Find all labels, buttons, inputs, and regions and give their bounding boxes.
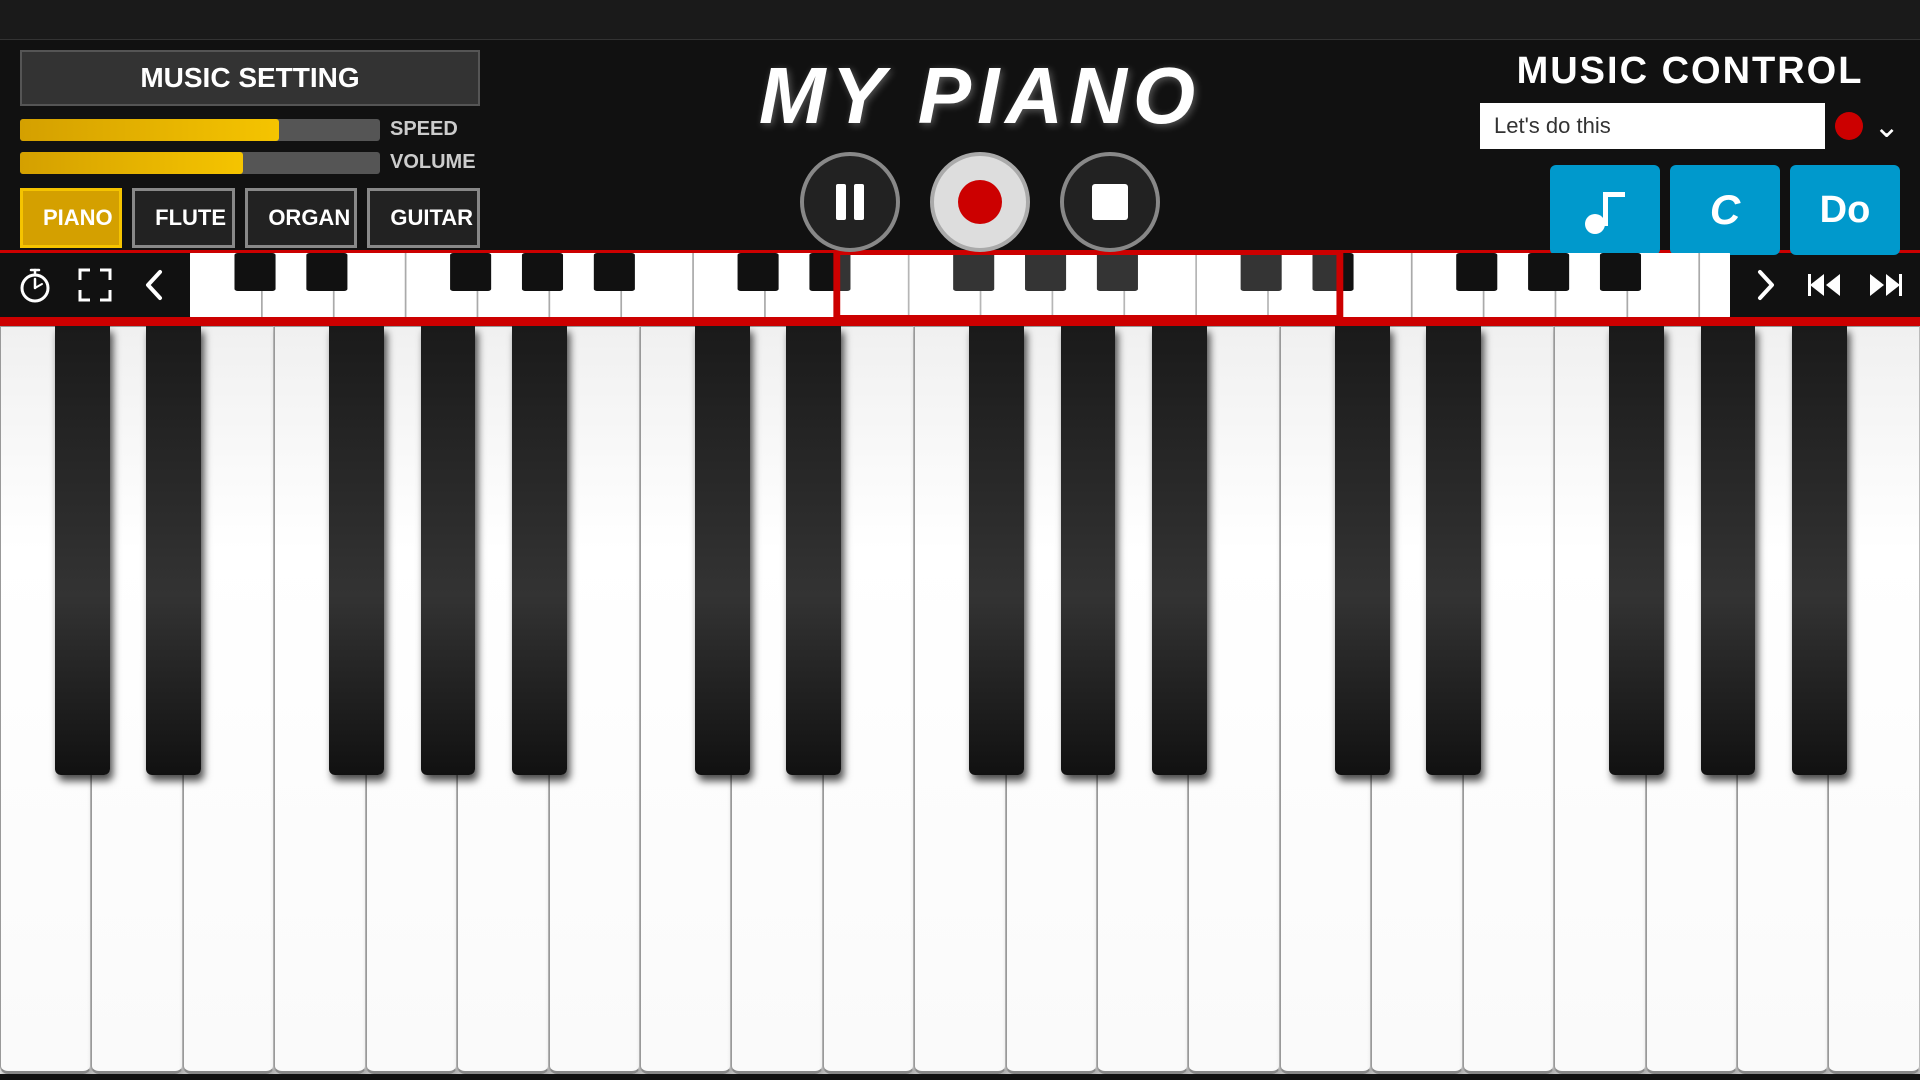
mini-keyboard-wrapper[interactable]: // Will be drawn inline [190,253,1730,317]
volume-label: VOLUME [390,151,480,174]
black-key-7-0.6[interactable] [695,326,750,775]
next-octave-button[interactable] [1740,268,1790,302]
fullscreen-button[interactable] [70,266,120,304]
instrument-btn-organ[interactable]: ORGAN [245,188,357,248]
chevron-down-icon[interactable]: ⌄ [1873,107,1900,145]
music-mode-button[interactable] [1550,165,1660,255]
center-panel: MY PIANO [500,50,1460,240]
black-key-0-1.6[interactable] [146,326,201,775]
black-key-7-1.6[interactable] [786,326,841,775]
volume-slider-track[interactable] [20,152,380,174]
rewind-icon [1806,266,1844,304]
pause-bar-right [854,184,864,220]
transport-controls [800,152,1160,252]
right-panel: MUSIC CONTROL ⌄ C Do [1480,50,1900,240]
black-key-7-5.6[interactable] [1152,326,1207,775]
song-input[interactable] [1480,103,1825,149]
black-key-0-4.6[interactable] [421,326,476,775]
fast-forward-icon [1866,266,1904,304]
record-button[interactable] [930,152,1030,252]
music-control-title: MUSIC CONTROL [1480,50,1900,93]
black-key-0-3.6[interactable] [329,326,384,775]
timer-icon [16,266,54,304]
black-key-14-4.6[interactable] [1701,326,1756,775]
black-key-14-3.6[interactable] [1609,326,1664,775]
timer-button[interactable] [10,266,60,304]
volume-slider-fill [20,152,243,174]
black-key-0-5.6[interactable] [512,326,567,775]
do-mode-button[interactable]: Do [1790,165,1900,255]
black-key-7-4.6[interactable] [1061,326,1116,775]
instrument-btn-flute[interactable]: FLUTE [132,188,235,248]
song-selector-row: ⌄ [1480,103,1900,149]
fast-forward-button[interactable] [1860,266,1910,304]
black-key-14-0.6[interactable] [1335,326,1390,775]
speed-slider-track[interactable] [20,119,380,141]
instrument-buttons: PIANO FLUTE ORGAN GUITAR [20,188,480,248]
left-panel: MUSIC SETTING SPEED VOLUME PIANO FLUTE O… [20,50,480,240]
record-dot [958,180,1002,224]
prev-octave-button[interactable] [130,268,180,302]
instrument-btn-piano[interactable]: PIANO [20,188,122,248]
mini-keyboard[interactable]: // Will be drawn inline [190,253,1730,317]
next-icon [1748,268,1782,302]
black-key-7-3.6[interactable] [969,326,1024,775]
pause-icon [836,184,864,220]
fullscreen-icon [76,266,114,304]
stop-square [1092,184,1128,220]
stop-button[interactable] [1060,152,1160,252]
music-note-icon [1579,184,1631,236]
music-setting-title: MUSIC SETTING [20,50,480,106]
speed-slider-row: SPEED [20,118,480,141]
speed-label: SPEED [390,118,480,141]
speed-slider-fill [20,119,279,141]
app-title: MY PIANO [759,50,1201,142]
mode-buttons: C Do [1480,165,1900,255]
c-mode-button[interactable]: C [1670,165,1780,255]
header: MUSIC SETTING SPEED VOLUME PIANO FLUTE O… [0,40,1920,250]
pause-button[interactable] [800,152,900,252]
instrument-btn-guitar[interactable]: GUITAR [367,188,480,248]
nav-bar: // Will be drawn inline [0,250,1920,320]
prev-icon [138,268,172,302]
black-key-0-0.6[interactable] [55,326,110,775]
pause-bar-left [836,184,846,220]
piano-section [0,326,1920,1074]
black-key-14-5.6[interactable] [1792,326,1847,775]
black-key-14-1.6[interactable] [1426,326,1481,775]
top-bar [0,0,1920,40]
volume-slider-row: VOLUME [20,151,480,174]
record-indicator [1835,112,1863,140]
rewind-button[interactable] [1800,266,1850,304]
